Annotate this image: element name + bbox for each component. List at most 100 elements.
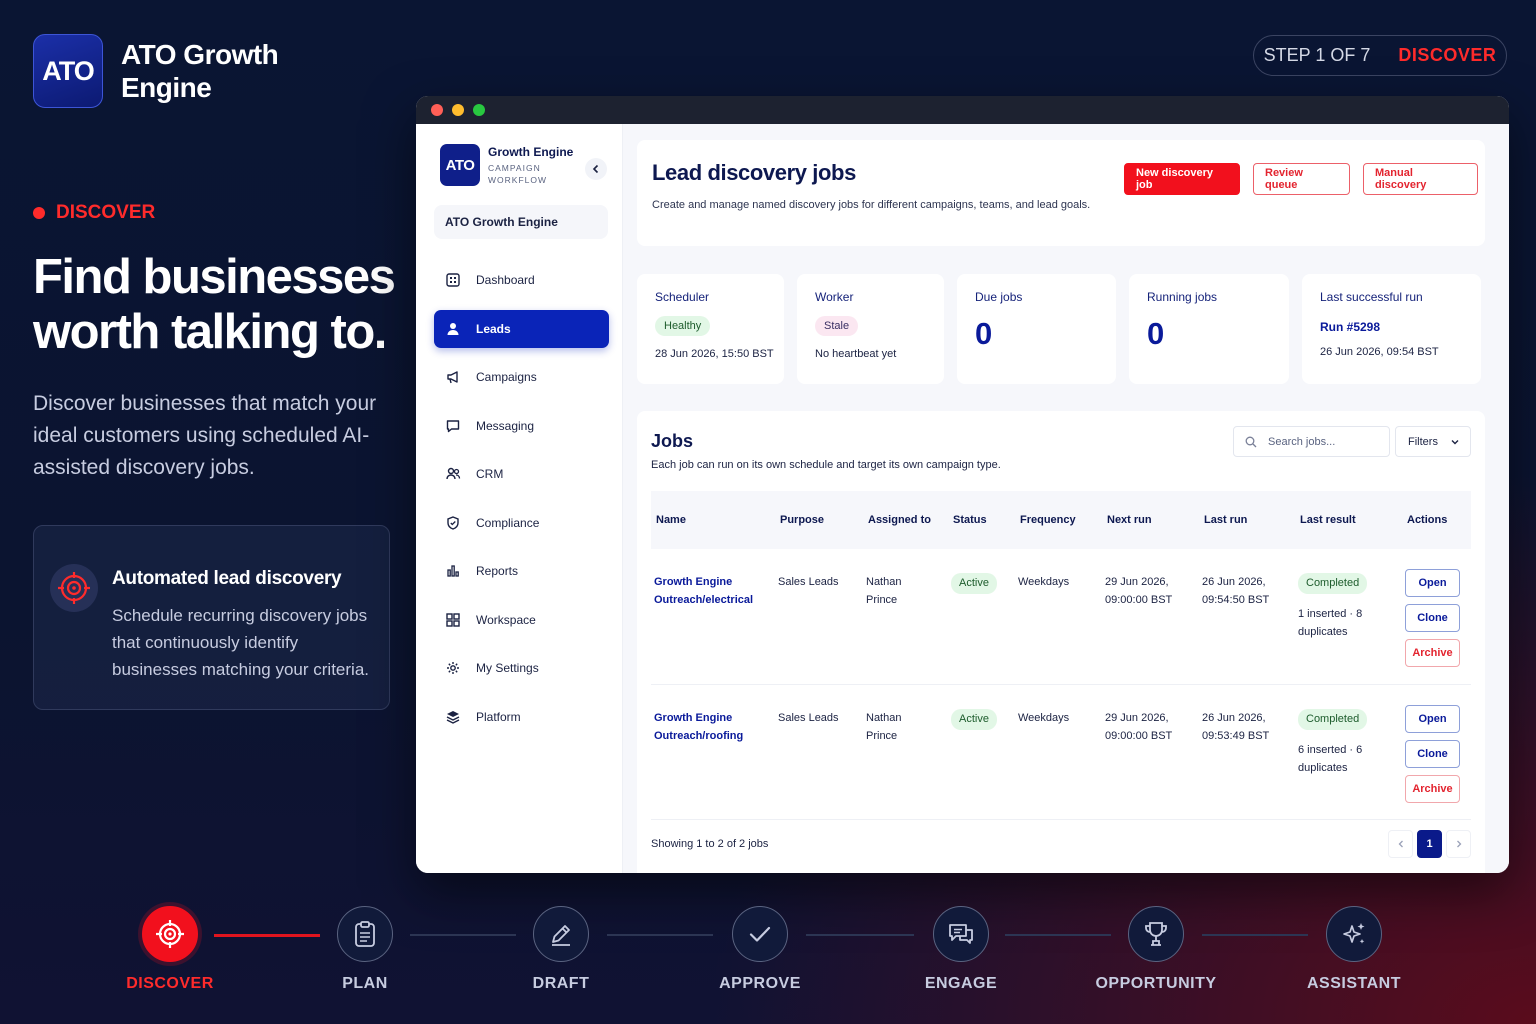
- clipboard-icon: [355, 921, 375, 947]
- sidebar-item-label: Dashboard: [476, 273, 535, 287]
- column-header[interactable]: Assigned to: [863, 491, 948, 549]
- column-header: Actions: [1407, 514, 1448, 526]
- step-label: DISCOVER: [126, 975, 214, 992]
- step-connector: [607, 934, 713, 936]
- sidebar-item-campaigns[interactable]: Campaigns: [434, 358, 609, 396]
- maximize-window-button[interactable]: [473, 104, 485, 116]
- column-header[interactable]: Next run: [1102, 491, 1199, 549]
- clone-button[interactable]: Clone: [1405, 604, 1460, 632]
- result-badge: Completed: [1298, 708, 1368, 730]
- message-icon: [445, 418, 461, 434]
- step-connector: [1005, 934, 1111, 936]
- column-header[interactable]: Last run: [1199, 491, 1295, 549]
- step-assistant[interactable]: [1326, 906, 1382, 962]
- clone-button[interactable]: Clone: [1405, 739, 1460, 768]
- step-engage[interactable]: [933, 906, 989, 962]
- collapse-sidebar-button[interactable]: [585, 158, 607, 180]
- step-indicator: STEP 1 OF 7 DISCOVER: [1253, 35, 1507, 76]
- job-purpose: Sales Leads: [778, 576, 839, 588]
- sidebar-item-crm[interactable]: CRM: [434, 455, 609, 493]
- target-icon: [156, 920, 184, 948]
- step-connector: [410, 934, 516, 936]
- column-header[interactable]: Frequency: [1015, 491, 1102, 549]
- stat-label: Due jobs: [975, 290, 1023, 304]
- trophy-icon: [1145, 922, 1167, 946]
- step-draft[interactable]: [533, 906, 589, 962]
- review-queue-button[interactable]: Review queue: [1253, 163, 1350, 195]
- result-note: 1 inserted · 8 duplicates: [1298, 608, 1363, 638]
- column-header[interactable]: Last result: [1295, 491, 1402, 549]
- step-label: ASSISTANT: [1307, 975, 1401, 992]
- stat-timestamp: 28 Jun 2026, 15:50 BST: [655, 348, 774, 360]
- step-plan[interactable]: [337, 906, 393, 962]
- sparkle-icon: [1343, 923, 1365, 944]
- table-row: Growth Engine Outreach/electrical Sales …: [651, 549, 1471, 684]
- open-button[interactable]: Open: [1405, 704, 1460, 733]
- stat-label: Scheduler: [655, 290, 710, 304]
- sidebar-item-workspace[interactable]: Workspace: [434, 601, 609, 639]
- sidebar-item-label: Messaging: [476, 418, 535, 433]
- result-badge: Completed: [1298, 573, 1368, 594]
- job-assigned: Nathan Prince: [866, 576, 902, 606]
- sidebar-item-label: Compliance: [476, 515, 540, 530]
- sidebar-item-reports[interactable]: Reports: [434, 552, 609, 590]
- sidebar-item-leads[interactable]: Leads: [434, 309, 609, 348]
- stat-running-jobs: Running jobs 0: [1129, 274, 1289, 384]
- sidebar-item-compliance[interactable]: Compliance: [434, 504, 609, 542]
- archive-button[interactable]: Archive: [1405, 774, 1460, 803]
- sidebar-logo: ATO: [440, 144, 480, 186]
- search-placeholder: Search jobs...: [1268, 435, 1336, 448]
- step-approve[interactable]: [732, 906, 788, 962]
- stat-label: Worker: [815, 290, 854, 304]
- step-opportunity[interactable]: [1128, 906, 1184, 962]
- job-last-run: 26 Jun 2026, 09:54:50 BST: [1202, 576, 1270, 606]
- step-connector: [214, 934, 320, 937]
- page-header: Lead discovery jobs Create and manage na…: [637, 140, 1485, 246]
- column-header[interactable]: Purpose: [775, 491, 863, 549]
- page-button[interactable]: 1: [1417, 830, 1442, 858]
- minimize-window-button[interactable]: [452, 104, 464, 116]
- sidebar: ATO Growth Engine CAMPAIGN WORKFLOW ATO …: [416, 124, 623, 873]
- column-header[interactable]: Status: [948, 491, 1015, 549]
- column-header[interactable]: Name: [651, 491, 775, 549]
- gear-icon: [445, 660, 461, 676]
- sidebar-title: Growth Engine: [488, 144, 574, 159]
- job-name-link[interactable]: Growth Engine Outreach/roofing: [654, 712, 743, 742]
- search-input[interactable]: Search jobs...: [1233, 426, 1390, 457]
- sidebar-item-messaging[interactable]: Messaging: [434, 407, 609, 445]
- archive-button[interactable]: Archive: [1405, 639, 1460, 667]
- sidebar-item-dashboard[interactable]: Dashboard: [434, 261, 609, 299]
- manual-discovery-button[interactable]: Manual discovery: [1363, 163, 1478, 195]
- sidebar-item-label: Campaigns: [476, 370, 537, 384]
- last-run-id: Run #5298: [1320, 320, 1381, 334]
- status-badge: Healthy: [655, 316, 711, 336]
- job-next-run: 29 Jun 2026, 09:00:00 BST: [1105, 711, 1173, 742]
- new-discovery-job-button[interactable]: New discovery job: [1124, 163, 1240, 195]
- sidebar-item-platform[interactable]: Platform: [434, 698, 609, 736]
- step-label: ENGAGE: [924, 975, 998, 992]
- job-name-link[interactable]: Growth Engine Outreach/electrical: [654, 576, 753, 606]
- shield-icon: [445, 515, 461, 531]
- sidebar-item-label: Leads: [476, 321, 511, 336]
- prev-page-button[interactable]: [1388, 830, 1413, 858]
- workspace-selector[interactable]: ATO Growth Engine: [434, 205, 608, 239]
- stat-last-run: Last successful run Run #5298 26 Jun 202…: [1302, 274, 1481, 384]
- open-button[interactable]: Open: [1405, 569, 1460, 597]
- sidebar-item-my-settings[interactable]: My Settings: [434, 649, 609, 687]
- filters-label: Filters: [1408, 435, 1438, 448]
- step-connector: [806, 934, 914, 936]
- sidebar-subtitle: CAMPAIGN WORKFLOW: [488, 162, 547, 185]
- main-content: Lead discovery jobs Create and manage na…: [623, 124, 1509, 873]
- hero-tag-label: DISCOVER: [56, 202, 156, 223]
- grid-icon: [445, 612, 461, 628]
- stat-timestamp: 26 Jun 2026, 09:54 BST: [1320, 346, 1439, 358]
- job-assigned: Nathan Prince: [866, 711, 902, 742]
- users-icon: [445, 466, 461, 482]
- step-discover[interactable]: [142, 906, 198, 962]
- sidebar-item-label: Workspace: [476, 612, 536, 627]
- hero-tag: DISCOVER: [33, 202, 155, 224]
- filters-dropdown[interactable]: Filters: [1395, 426, 1471, 457]
- close-window-button[interactable]: [431, 104, 443, 116]
- sidebar-nav: Dashboard Leads Campaigns Messaging CRM: [434, 261, 622, 736]
- next-page-button[interactable]: [1446, 830, 1471, 858]
